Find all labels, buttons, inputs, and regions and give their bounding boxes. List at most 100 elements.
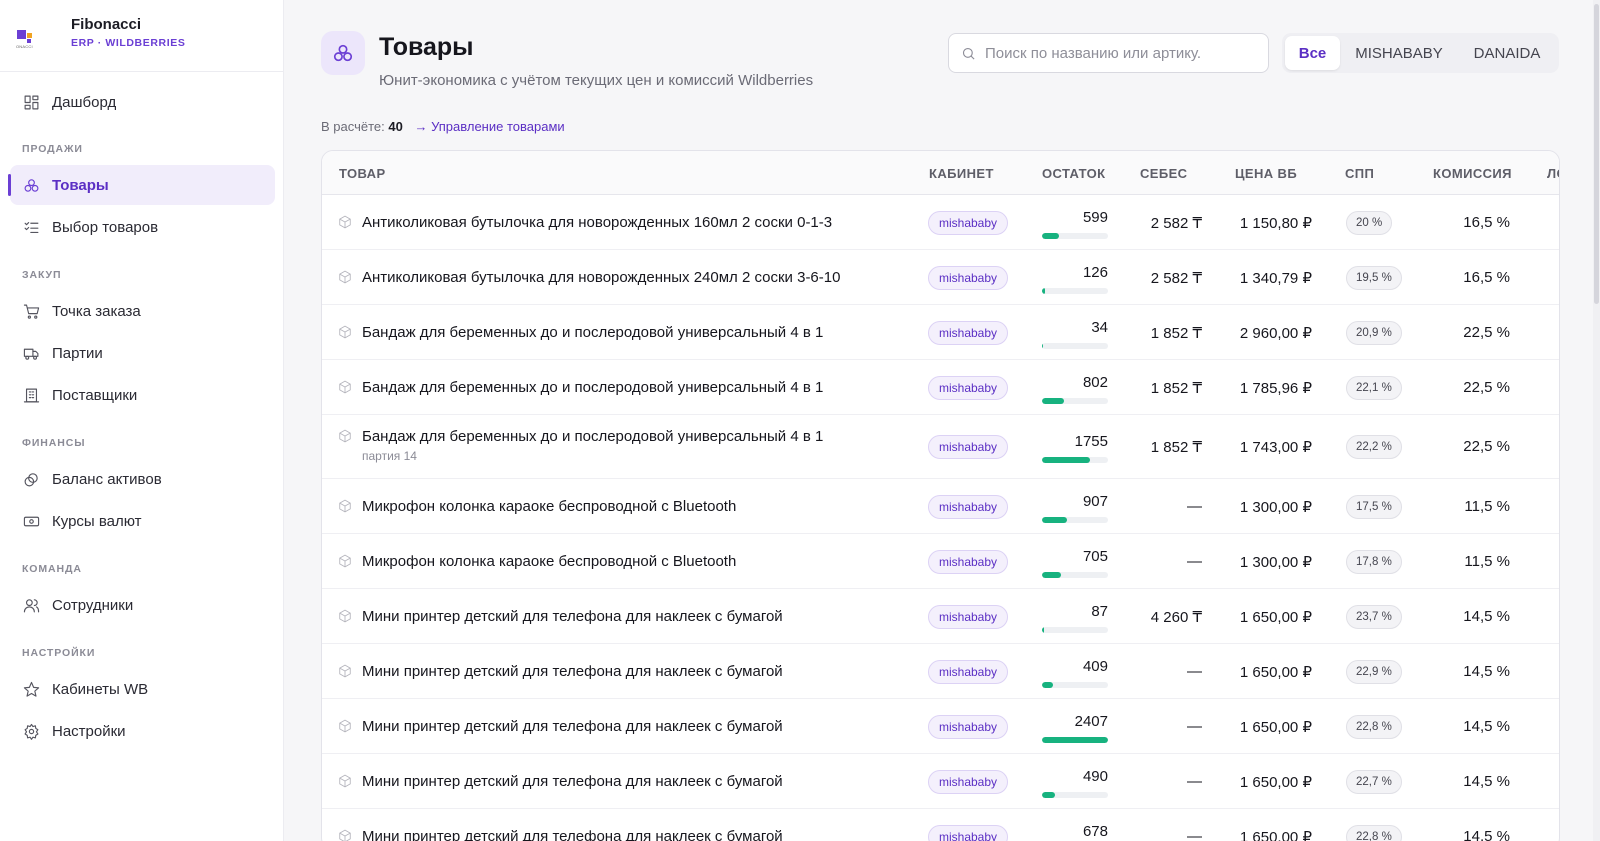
products-icon	[24, 178, 39, 192]
table-row[interactable]: Бандаж для беременных до и послеродовой …	[322, 360, 1559, 415]
package-icon	[338, 429, 352, 443]
product-name[interactable]: Мини принтер детский для телефона для на…	[362, 828, 783, 841]
column-header-cabinet[interactable]: КАБИНЕТ	[929, 166, 994, 181]
commission-value: 22,5 %	[1463, 438, 1510, 455]
stock-bar-fill	[1042, 343, 1044, 349]
column-header-lo[interactable]: ЛО	[1547, 166, 1559, 181]
table-row[interactable]: Бандаж для беременных до и послеродовой …	[322, 305, 1559, 360]
stock-value: 34	[1091, 319, 1108, 336]
section-purchase: ЗАКУП	[22, 269, 62, 281]
table-row[interactable]: Мини принтер детский для телефона для на…	[322, 644, 1559, 699]
column-header-spp[interactable]: СПП	[1345, 166, 1374, 181]
package-icon	[338, 380, 352, 394]
product-name[interactable]: Бандаж для беременных до и послеродовой …	[362, 428, 823, 445]
sidebar-item-label: Сотрудники	[52, 596, 134, 614]
package-icon	[338, 215, 352, 229]
stock-bar	[1042, 233, 1108, 239]
package-icon	[338, 829, 352, 841]
table-row[interactable]: Антиколиковая бутылочка для новорожденны…	[322, 250, 1559, 305]
table-row[interactable]: Антиколиковая бутылочка для новорожденны…	[322, 195, 1559, 250]
cabinet-badge: mishababy	[928, 715, 1009, 739]
table-row[interactable]: Мини принтер детский для телефона для на…	[322, 589, 1559, 644]
sidebar-item-batches[interactable]: Партии	[10, 333, 275, 373]
product-name[interactable]: Мини принтер детский для телефона для на…	[362, 663, 783, 680]
product-name[interactable]: Антиколиковая бутылочка для новорожденны…	[362, 214, 832, 231]
brand-subtitle: ERP · WILDBERRIES	[71, 37, 186, 49]
package-icon	[338, 554, 352, 568]
cost-value: —	[1187, 663, 1202, 680]
sidebar-item-label: Выбор товаров	[52, 218, 159, 236]
fibonacci-logo-icon[interactable]: ONACCI	[16, 29, 37, 49]
product-name[interactable]: Антиколиковая бутылочка для новорожденны…	[362, 269, 840, 286]
sidebar-item-settings[interactable]: Настройки	[10, 711, 275, 751]
sidebar-item-label: Баланс активов	[52, 470, 162, 488]
table-row[interactable]: Бандаж для беременных до и послеродовой …	[322, 415, 1559, 479]
table-row[interactable]: Микрофон колонка караоке беспроводной с …	[322, 534, 1559, 589]
commission-value: 22,5 %	[1463, 379, 1510, 396]
cabinet-badge: mishababy	[928, 770, 1009, 794]
spp-badge: 22,1 %	[1346, 376, 1402, 400]
sidebar-item-products[interactable]: Товары	[8, 165, 275, 205]
commission-value: 14,5 %	[1463, 663, 1510, 680]
sidebar-item-suppliers[interactable]: Поставщики	[10, 375, 275, 415]
cost-value: 1 852 ₸	[1150, 325, 1202, 342]
product-name[interactable]: Микрофон колонка караоке беспроводной с …	[362, 553, 736, 570]
product-name[interactable]: Мини принтер детский для телефона для на…	[362, 608, 783, 625]
filter-all[interactable]: Все	[1285, 36, 1340, 70]
cost-value: —	[1187, 498, 1202, 515]
commission-value: 16,5 %	[1463, 214, 1510, 231]
cost-value: 4 260 ₸	[1150, 609, 1202, 626]
search-input[interactable]	[985, 44, 1255, 62]
table-row[interactable]: Мини принтер детский для телефона для на…	[322, 699, 1559, 754]
stock-bar-fill	[1042, 792, 1056, 798]
commission-value: 11,5 %	[1464, 553, 1510, 570]
products-table: ТОВАР КАБИНЕТ ОСТАТОК СЕБЕС ЦЕНА ВБ СПП …	[321, 150, 1560, 841]
brand-name: Fibonacci	[71, 16, 142, 33]
sidebar-item-wb-cabinets[interactable]: Кабинеты WB	[10, 669, 275, 709]
stock-value: 678	[1082, 823, 1108, 840]
sidebar-item-currency-rates[interactable]: Курсы валют	[10, 501, 275, 541]
search-field[interactable]	[948, 33, 1269, 73]
product-name[interactable]: Бандаж для беременных до и послеродовой …	[362, 379, 823, 396]
stock-bar-fill	[1042, 737, 1108, 743]
filter-mishababy[interactable]: MISHABABY	[1340, 36, 1458, 70]
stock-bar	[1042, 457, 1108, 463]
price-value: 2 960,00 ₽	[1239, 325, 1312, 342]
column-header-price[interactable]: ЦЕНА ВБ	[1235, 166, 1297, 181]
column-header-cost[interactable]: СЕБЕС	[1140, 166, 1187, 181]
price-value: 1 650,00 ₽	[1239, 829, 1312, 841]
column-header-product[interactable]: ТОВАР	[339, 166, 386, 181]
column-header-commission[interactable]: КОМИССИЯ	[1433, 166, 1512, 181]
table-row[interactable]: Мини принтер детский для телефона для на…	[322, 809, 1559, 841]
sidebar-item-order-point[interactable]: Точка заказа	[10, 291, 275, 331]
product-name[interactable]: Бандаж для беременных до и послеродовой …	[362, 324, 823, 341]
table-row[interactable]: Микрофон колонка караоке беспроводной с …	[322, 479, 1559, 534]
cost-value: 2 582 ₸	[1150, 270, 1202, 287]
page-scrollbar-thumb[interactable]	[1594, 4, 1599, 304]
stock-bar-fill	[1042, 457, 1090, 463]
stock-value: 599	[1082, 209, 1108, 226]
product-name[interactable]: Мини принтер детский для телефона для на…	[362, 773, 783, 790]
stock-bar	[1042, 682, 1108, 688]
stock-value: 126	[1082, 264, 1108, 281]
product-batch: партия 14	[362, 449, 417, 463]
table-row[interactable]: Мини принтер детский для телефона для на…	[322, 754, 1559, 809]
price-value: 1 650,00 ₽	[1239, 664, 1312, 681]
column-header-stock[interactable]: ОСТАТОК	[1042, 166, 1106, 181]
sidebar-item-label: Настройки	[52, 722, 126, 740]
product-name[interactable]: Мини принтер детский для телефона для на…	[362, 718, 783, 735]
product-name[interactable]: Микрофон колонка караоке беспроводной с …	[362, 498, 736, 515]
commission-value: 14,5 %	[1463, 718, 1510, 735]
calc-count: 40	[388, 119, 403, 134]
package-icon	[338, 499, 352, 513]
sidebar-item-employees[interactable]: Сотрудники	[10, 585, 275, 625]
sidebar-item-product-selection[interactable]: Выбор товаров	[10, 207, 275, 247]
spp-badge: 22,8 %	[1346, 715, 1402, 739]
stock-value: 705	[1082, 548, 1108, 565]
sidebar-item-dashboard[interactable]: Дашборд	[10, 82, 275, 122]
stock-bar	[1042, 737, 1108, 743]
filter-danaida[interactable]: DANAIDA	[1458, 36, 1556, 70]
spp-badge: 20 %	[1346, 211, 1393, 235]
sidebar-item-asset-balance[interactable]: Баланс активов	[10, 459, 275, 499]
manage-products-link[interactable]: → Управление товарами	[414, 119, 564, 134]
